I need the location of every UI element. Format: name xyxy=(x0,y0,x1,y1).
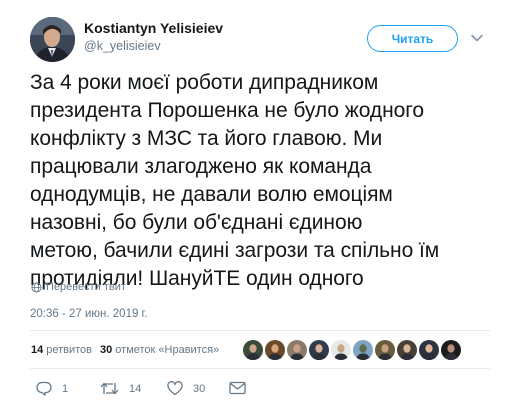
follow-button[interactable]: Читать xyxy=(367,25,458,52)
reply-button[interactable]: 1 xyxy=(36,381,68,396)
stats-row: 14 ретвитов 30 отметок «Нравится» xyxy=(31,340,227,360)
liker-avatar[interactable] xyxy=(265,340,285,360)
direct-message-button[interactable] xyxy=(229,381,246,395)
likes-label: отметок «Нравится» xyxy=(115,344,220,356)
avatar[interactable] xyxy=(30,17,75,62)
liker-avatar[interactable] xyxy=(331,340,351,360)
retweet-button[interactable]: 14 xyxy=(100,381,141,396)
liker-avatar[interactable] xyxy=(419,340,439,360)
like-count: 30 xyxy=(193,382,206,395)
display-name[interactable]: Kostiantyn Yelisieiev xyxy=(84,20,223,36)
timestamp[interactable]: 20:36 - 27 июн. 2019 г. xyxy=(30,308,148,320)
retweet-icon xyxy=(100,382,119,395)
tweet-text-line: однодумців, не давали волю емоціям xyxy=(30,183,393,206)
liker-avatar[interactable] xyxy=(287,340,307,360)
tweet-card: Kostiantyn Yelisieiev @k_yelisieiev Чита… xyxy=(0,0,508,415)
retweets-label: ретвитов xyxy=(46,344,93,356)
tweet-text: За 4 роки моєї роботи дипрадником презид… xyxy=(30,69,490,293)
globe-icon xyxy=(31,281,42,293)
user-handle[interactable]: @k_yelisieiev xyxy=(84,39,161,53)
retweet-count: 14 xyxy=(129,382,142,395)
liker-avatar[interactable] xyxy=(353,340,373,360)
heart-icon xyxy=(167,381,183,396)
liker-avatar[interactable] xyxy=(243,340,263,360)
translate-label: Перевести твит xyxy=(46,281,126,293)
liker-avatar[interactable] xyxy=(375,340,395,360)
reply-icon xyxy=(36,381,52,396)
tweet-text-line: метою, бачили єдині загрози та спільно ї… xyxy=(30,239,440,262)
divider xyxy=(30,330,490,331)
envelope-icon xyxy=(229,381,246,395)
avatar-image xyxy=(30,17,75,62)
likes-stat[interactable]: 30 отметок «Нравится» xyxy=(100,344,219,356)
likers-avatars xyxy=(243,340,461,360)
chevron-down-icon[interactable] xyxy=(470,31,484,45)
tweet-text-line: конфлікту з МЗС та його главою. Ми xyxy=(30,127,383,150)
reply-count: 1 xyxy=(62,382,69,395)
translate-link[interactable]: Перевести твит xyxy=(31,281,126,293)
divider xyxy=(30,368,490,369)
like-button[interactable]: 30 xyxy=(167,381,205,396)
liker-avatar[interactable] xyxy=(441,340,461,360)
likes-count: 30 xyxy=(100,344,113,356)
liker-avatar[interactable] xyxy=(397,340,417,360)
tweet-text-line: президента Порошенка не було жодного xyxy=(30,99,425,122)
tweet-text-line: працювали злагоджено як команда xyxy=(30,155,372,178)
liker-avatar[interactable] xyxy=(309,340,329,360)
retweets-stat[interactable]: 14 ретвитов xyxy=(31,344,92,356)
retweets-count: 14 xyxy=(31,344,44,356)
tweet-text-line: За 4 роки моєї роботи дипрадником xyxy=(30,71,379,94)
tweet-text-line: назовні, бо були об'єднані єдиною xyxy=(30,211,363,234)
